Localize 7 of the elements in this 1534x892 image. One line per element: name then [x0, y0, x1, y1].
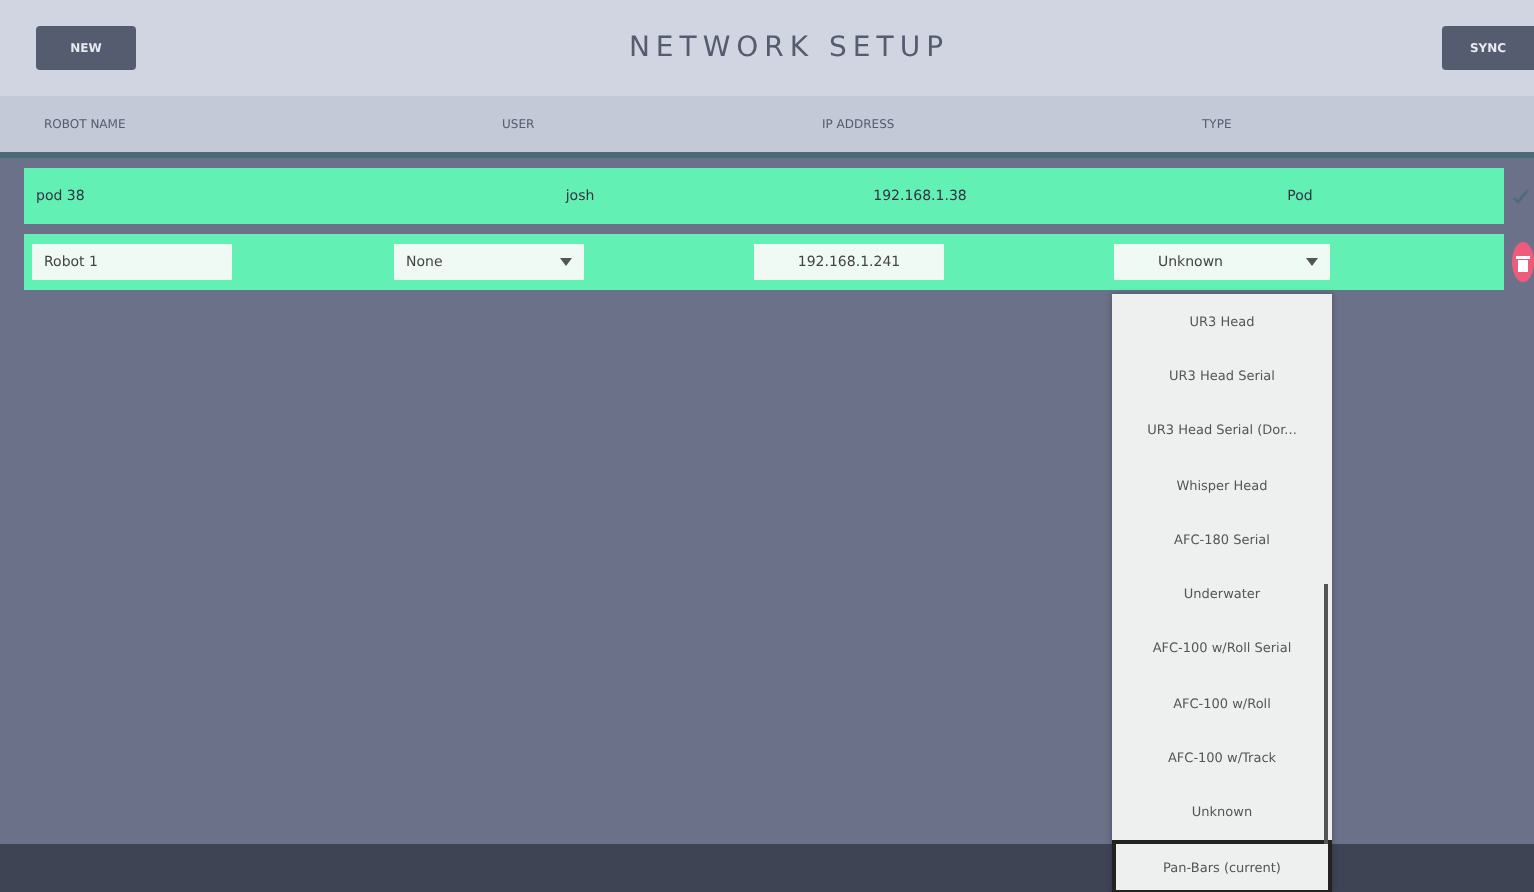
- delete-button[interactable]: [1512, 242, 1534, 282]
- scrollbar[interactable]: [1324, 584, 1328, 844]
- trash-icon: [1516, 253, 1530, 271]
- page-title: NETWORK SETUP: [628, 32, 950, 64]
- check-icon: [1512, 188, 1530, 204]
- caret-icon: [1306, 258, 1318, 266]
- caret-icon: [560, 258, 572, 266]
